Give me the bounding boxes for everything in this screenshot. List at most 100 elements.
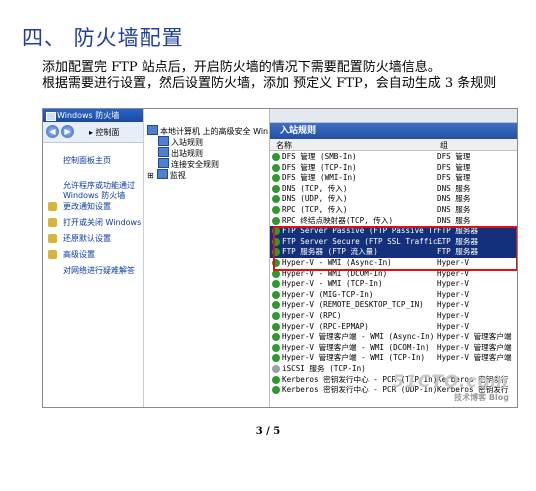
shield-icon	[48, 234, 57, 243]
rule-row[interactable]: DFS 管理 (WMI-In) DFS 管理	[270, 173, 517, 184]
rule-row[interactable]: DFS 管理 (TCP-In) DFS 管理	[270, 163, 517, 174]
tree-outbound-label: 出站规则	[171, 149, 203, 158]
outbound-rules-icon	[158, 147, 169, 157]
console-tree: 本地计算机 上的高级安全 Win 入站规则 出站规则 连接安全规则 ⊞ 监视	[144, 109, 270, 407]
enabled-rule-check-icon	[272, 322, 280, 331]
name-column-header[interactable]: 名称	[276, 140, 292, 151]
window-titlebar: Windows 防火墙	[43, 109, 143, 122]
rule-group: DNS 服务	[437, 215, 471, 225]
rule-name: Hyper-V 管理客户端 - WMI (Async-In)	[282, 332, 435, 342]
rule-group: DFS 管理	[437, 152, 471, 161]
tree-connection-label: 连接安全规则	[171, 160, 219, 169]
column-header: 名称 组	[270, 139, 517, 151]
rule-group: DNS 服务	[437, 194, 471, 204]
restore-defaults-link[interactable]: 还原默认设置	[63, 234, 111, 244]
back-arrow-icon[interactable]: ◀	[46, 125, 59, 138]
rule-name: Hyper-V (RPC-EPMAP)	[282, 321, 369, 331]
rule-group: Hyper-V 管理客户端	[437, 342, 512, 352]
rule-name: Hyper-V - WMI (TCP-In)	[282, 279, 383, 289]
rule-name: Hyper-V (REMOTE_DESKTOP_TCP_IN)	[282, 300, 424, 310]
troubleshoot-link[interactable]: 对网络进行疑难解答	[63, 266, 135, 276]
connection-security-icon	[158, 158, 169, 168]
enabled-rule-check-icon	[272, 333, 280, 342]
tree-monitor[interactable]: ⊞ 监视	[147, 169, 186, 181]
enabled-rule-check-icon	[272, 343, 280, 352]
shield-icon	[48, 250, 57, 259]
computer-icon	[147, 125, 158, 135]
rule-row[interactable]: Hyper-V 管理客户端 - WMI (Async-In) Hyper-V 管理…	[270, 332, 517, 343]
rule-row[interactable]: Hyper-V - WMI (TCP-In) Hyper-V	[270, 279, 517, 290]
rule-row[interactable]: DFS 管理 (SMB-In) DFS 管理	[270, 152, 517, 163]
forward-arrow-icon[interactable]: ▶	[61, 125, 74, 138]
rule-group: DFS 管理	[437, 173, 471, 183]
rule-group: DFS 管理	[437, 162, 471, 172]
enabled-rule-check-icon	[272, 354, 280, 363]
rule-name: DFS 管理 (SMB-In)	[282, 152, 357, 161]
address-text[interactable]: ▸ 控制面	[89, 127, 120, 138]
window-title: Windows 防火墙	[57, 111, 120, 120]
section-heading: 四、 防火墙配置	[22, 26, 184, 50]
enabled-rule-check-icon	[272, 216, 280, 225]
rule-row[interactable]: RPC (TCP, 传入) DNS 服务	[270, 205, 517, 216]
enabled-rule-check-icon	[272, 301, 280, 310]
rule-row[interactable]: Hyper-V (RPC) Hyper-V	[270, 311, 517, 322]
watermark-sub: 技术博客 Blog	[454, 393, 509, 402]
firewall-window-icon	[46, 112, 56, 121]
rule-group: Hyper-V	[437, 300, 470, 310]
group-column-header[interactable]: 组	[440, 140, 448, 151]
rule-group: DNS 服务	[437, 205, 471, 214]
enabled-rule-check-icon	[272, 174, 280, 183]
change-notification-link[interactable]: 更改通知设置	[63, 202, 111, 212]
rule-name: Hyper-V 管理客户端 - WMI (TCP-In)	[282, 353, 426, 363]
rule-group: Hyper-V	[437, 279, 470, 289]
instruction-paragraph: 根据需要进行设置，然后设置防火墙，添加 预定义 FTP，会自动生成 3 条规则	[42, 76, 497, 91]
rule-name: DFS 管理 (WMI-In)	[282, 173, 357, 183]
rule-name: Hyper-V 管理客户端 - WMI (DCOM-In)	[282, 342, 430, 352]
rule-group: Hyper-V	[437, 311, 470, 320]
enabled-rule-check-icon	[272, 184, 280, 193]
allow-programs-link[interactable]: 允许程序或功能通过 Windows 防火墙	[63, 181, 141, 201]
watermark-main: 51CTO.com	[392, 372, 509, 392]
rule-row[interactable]: Hyper-V (MIG-TCP-In) Hyper-V	[270, 290, 517, 301]
rule-group: Hyper-V	[437, 321, 470, 331]
highlight-box	[273, 226, 517, 271]
firewall-sidebar: Windows 防火墙 ◀ ▶ ▸ 控制面 控制面板主页 允许程序或功能通过 W…	[43, 109, 152, 407]
watermark: 51CTO.com 技术博客 Blog	[392, 372, 509, 403]
rule-name: RPC 终结点映射器(TCP, 传入)	[282, 215, 394, 225]
shield-icon	[48, 202, 57, 211]
rule-group: Hyper-V 管理客户端	[437, 332, 512, 342]
enabled-rule-check-icon	[272, 280, 280, 289]
rule-group: Hyper-V	[437, 289, 470, 299]
rule-row[interactable]: Hyper-V (REMOTE_DESKTOP_TCP_IN) Hyper-V	[270, 300, 517, 311]
rule-name: DNS (UDP, 传入)	[282, 194, 348, 204]
rule-row[interactable]: Hyper-V (RPC-EPMAP) Hyper-V	[270, 322, 517, 333]
tree-monitor-label: 监视	[169, 171, 186, 180]
toggle-firewall-link[interactable]: 打开或关闭 Windows 防	[63, 218, 152, 228]
panel-title: 入站规则	[270, 123, 517, 139]
enabled-rule-check-icon	[272, 386, 280, 395]
rule-row[interactable]: Hyper-V 管理客户端 - WMI (DCOM-In) Hyper-V 管理客…	[270, 343, 517, 354]
inbound-rules-icon	[158, 136, 169, 146]
page-number: 3 / 5	[255, 426, 281, 437]
enabled-rule-check-icon	[272, 206, 280, 214]
address-bar[interactable]: ◀ ▶ ▸ 控制面	[43, 122, 143, 143]
rule-row[interactable]: DNS (TCP, 传入) DNS 服务	[270, 184, 517, 195]
advanced-settings-link[interactable]: 高级设置	[63, 250, 95, 260]
tree-inbound-label: 入站规则	[171, 138, 203, 147]
expand-icon[interactable]: ⊞	[147, 171, 154, 180]
shield-icon	[48, 218, 57, 227]
rule-group: DNS 服务	[437, 183, 471, 193]
rule-name: DFS 管理 (TCP-In)	[282, 162, 357, 172]
enabled-rule-check-icon	[272, 290, 280, 299]
enabled-rule-check-icon	[272, 312, 280, 320]
enabled-rule-check-icon	[272, 375, 280, 384]
tree-root-label: 本地计算机 上的高级安全 Win	[160, 127, 269, 136]
rule-row[interactable]: RPC 终结点映射器(TCP, 传入) DNS 服务	[270, 216, 517, 227]
rule-row[interactable]: DNS (UDP, 传入) DNS 服务	[270, 194, 517, 205]
rule-row[interactable]: Hyper-V 管理客户端 - WMI (TCP-In) Hyper-V 管理客户…	[270, 353, 517, 364]
control-panel-home-link[interactable]: 控制面板主页	[63, 156, 111, 166]
firewall-screenshot: Windows 防火墙 ◀ ▶ ▸ 控制面 控制面板主页 允许程序或功能通过 W…	[42, 108, 518, 408]
monitor-icon	[156, 169, 168, 179]
rule-name: DNS (TCP, 传入)	[282, 183, 348, 193]
enabled-rule-check-icon	[272, 153, 280, 161]
